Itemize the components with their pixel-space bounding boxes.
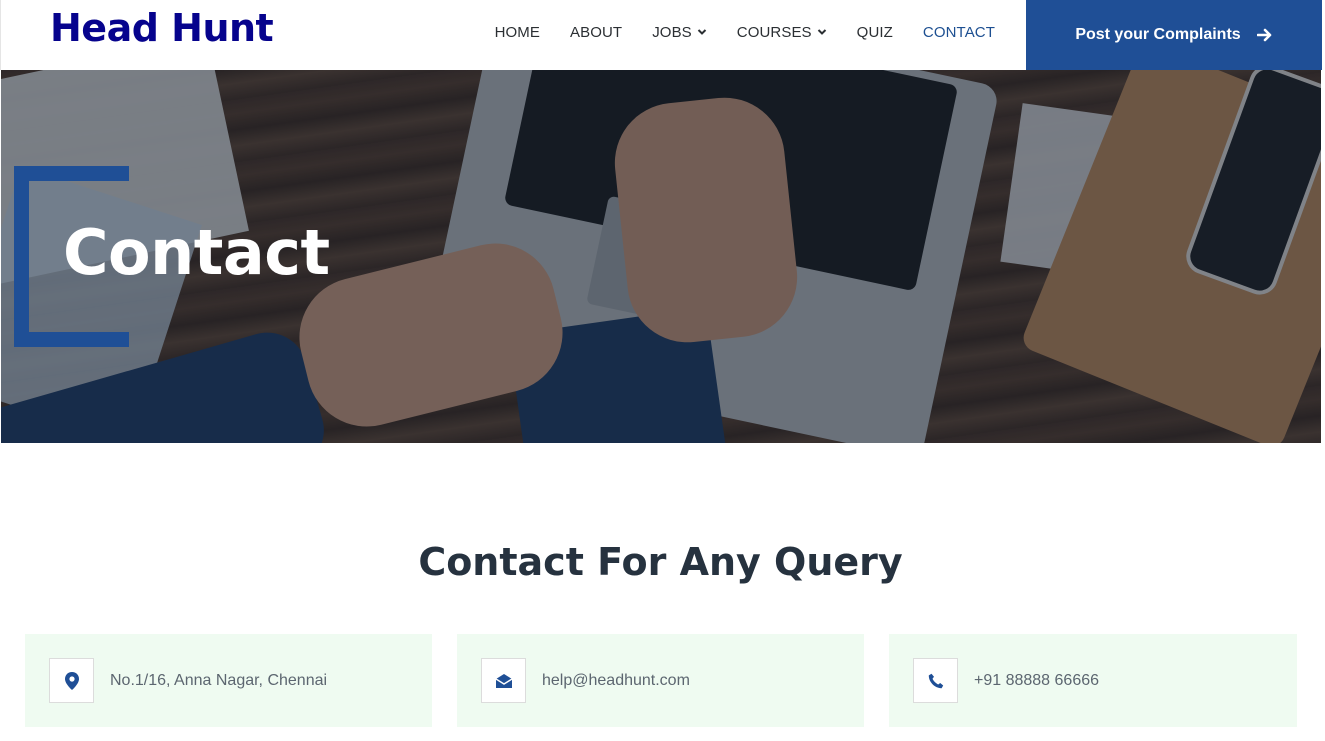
- nav-item-label: HOME: [494, 23, 541, 41]
- phone-icon: [913, 658, 958, 703]
- nav-item-label: QUIZ: [856, 23, 893, 41]
- post-complaints-button[interactable]: Post your Complaints: [1026, 0, 1322, 70]
- nav-item-label: COURSES: [736, 23, 812, 41]
- email-link[interactable]: help@headhunt.com: [542, 672, 690, 690]
- chevron-down-icon: [817, 27, 827, 37]
- cta-label: Post your Complaints: [1075, 26, 1241, 43]
- nav-item-home[interactable]: HOME: [495, 24, 540, 41]
- chevron-down-icon: [697, 27, 707, 37]
- phone-link[interactable]: +91 88888 66666: [974, 672, 1099, 690]
- hero-banner: Contact: [1, 70, 1321, 443]
- nav-item-courses[interactable]: COURSES: [737, 24, 827, 41]
- contact-cards: No.1/16, Anna Nagar, Chennai help@headhu…: [25, 634, 1297, 727]
- email-card: help@headhunt.com: [457, 634, 864, 727]
- nav-item-quiz[interactable]: QUIZ: [857, 24, 893, 41]
- nav-item-jobs[interactable]: JOBS: [652, 24, 707, 41]
- nav-item-label: JOBS: [652, 23, 692, 41]
- nav-item-label: ABOUT: [570, 23, 623, 41]
- brand-logo[interactable]: Head Hunt: [50, 6, 274, 50]
- map-marker-icon: [49, 658, 94, 703]
- phone-card: +91 88888 66666: [889, 634, 1297, 727]
- main-nav: HOME ABOUT JOBS COURSES QUIZ CONTACT: [465, 0, 995, 64]
- nav-item-about[interactable]: ABOUT: [570, 24, 622, 41]
- envelope-open-icon: [481, 658, 526, 703]
- address-card: No.1/16, Anna Nagar, Chennai: [25, 634, 432, 727]
- section-heading: Contact For Any Query: [418, 540, 903, 584]
- nav-item-label: CONTACT: [922, 23, 995, 41]
- arrow-right-icon: [1256, 28, 1273, 42]
- page-title: Contact: [63, 216, 330, 289]
- nav-item-contact[interactable]: CONTACT: [923, 24, 995, 41]
- navbar: Head Hunt HOME ABOUT JOBS COURSES QUIZ C…: [0, 0, 1325, 70]
- address-text: No.1/16, Anna Nagar, Chennai: [110, 671, 328, 689]
